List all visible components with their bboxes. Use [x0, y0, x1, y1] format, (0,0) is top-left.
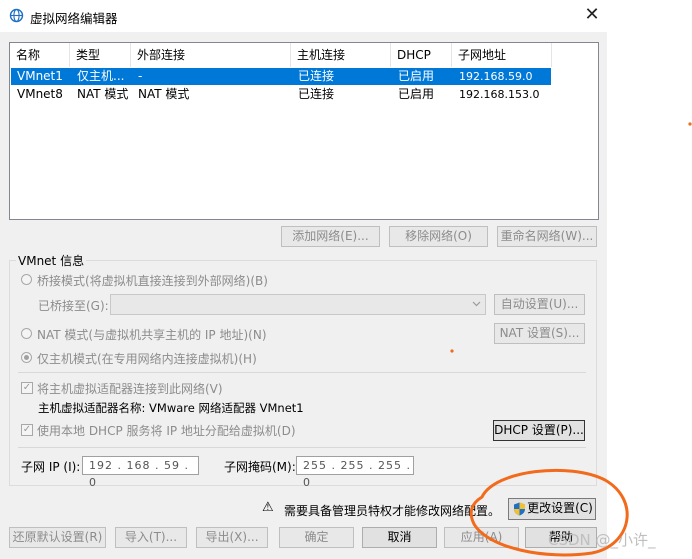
connect-adapter-checkbox[interactable]: ✓ [21, 382, 33, 394]
restore-defaults-button[interactable]: 还原默认设置(R) [9, 527, 106, 548]
import-button[interactable]: 导入(T)... [115, 527, 187, 548]
connect-adapter-label: 将主机虚拟适配器连接到此网络(V) [37, 382, 223, 396]
cell-subnet: 192.168.59.0 [459, 70, 533, 83]
subnet-mask-input[interactable]: 255 . 255 . 255 . 0 [296, 456, 414, 489]
remove-network-button[interactable]: 移除网络(O) [389, 226, 488, 247]
ok-button[interactable]: 确定 [279, 527, 354, 548]
csdn-watermark: CSDN @_小许_ [548, 531, 656, 549]
nat-mode-radio[interactable] [21, 328, 32, 339]
change-settings-label: 更改设置(C) [527, 501, 593, 515]
bridged-to-label: 已桥接至(G): [38, 299, 109, 313]
network-table[interactable]: 名称 类型 外部连接 主机连接 DHCP 子网地址 VMnet1 仅主机... … [9, 42, 599, 220]
divider [18, 372, 586, 373]
table-row[interactable]: VMnet8 NAT 模式 NAT 模式 已连接 已启用 192.168.153… [11, 86, 551, 103]
subnet-ip-input[interactable]: 192 . 168 . 59 . 0 [82, 456, 199, 489]
host-only-mode-radio[interactable] [21, 352, 32, 363]
adapter-name-label: 主机虚拟适配器名称: VMware 网络适配器 VMnet1 [38, 401, 304, 415]
local-dhcp-checkbox[interactable]: ✓ [21, 424, 33, 436]
cell-dhcp: 已启用 [398, 87, 435, 101]
cell-name: VMnet8 [17, 87, 63, 101]
auto-settings-button[interactable]: 自动设置(U)... [494, 294, 585, 315]
cell-subnet: 192.168.153.0 [459, 88, 540, 101]
network-globe-icon [9, 8, 24, 23]
cell-type: 仅主机... [77, 69, 125, 83]
cancel-button[interactable]: 取消 [362, 527, 437, 548]
local-dhcp-label: 使用本地 DHCP 服务将 IP 地址分配给虚拟机(D) [37, 424, 296, 438]
cell-external: - [138, 69, 143, 83]
subnet-mask-label: 子网掩码(M): [224, 460, 296, 474]
host-only-mode-label: 仅主机模式(在专用网络内连接虚拟机)(H) [37, 352, 257, 366]
nat-settings-button[interactable]: NAT 设置(S)... [494, 323, 585, 344]
shield-icon [514, 502, 525, 516]
rename-network-button[interactable]: 重命名网络(W)... [497, 226, 597, 247]
change-settings-button[interactable]: 更改设置(C) [508, 498, 596, 520]
column-header-external[interactable]: 外部连接 [131, 43, 291, 67]
cell-external: NAT 模式 [138, 87, 190, 101]
column-header-type[interactable]: 类型 [70, 43, 131, 67]
bridged-mode-radio[interactable] [21, 274, 32, 285]
window-title: 虚拟网络编辑器 [30, 11, 118, 26]
add-network-button[interactable]: 添加网络(E)... [281, 226, 380, 247]
table-row[interactable]: VMnet1 仅主机... - 已连接 已启用 192.168.59.0 [11, 68, 551, 85]
cell-dhcp: 已启用 [398, 69, 435, 83]
dhcp-settings-button[interactable]: DHCP 设置(P)... [493, 420, 585, 441]
export-button[interactable]: 导出(X)... [196, 527, 268, 548]
column-header-name[interactable]: 名称 [10, 43, 70, 67]
divider [18, 447, 586, 448]
close-button[interactable]: ✕ [580, 3, 604, 27]
cell-type: NAT 模式 [77, 87, 129, 101]
virtual-network-editor-window: 虚拟网络编辑器 ✕ 名称 类型 外部连接 主机连接 DHCP 子网地址 VMne… [0, 0, 607, 559]
vmnet-info-legend: VMnet 信息 [16, 252, 87, 269]
column-header-subnet[interactable]: 子网地址 [452, 43, 552, 67]
column-header-host[interactable]: 主机连接 [291, 43, 391, 67]
column-header-dhcp[interactable]: DHCP [391, 43, 452, 67]
apply-button[interactable]: 应用(A) [444, 527, 519, 548]
cell-host: 已连接 [298, 69, 335, 83]
subnet-ip-label: 子网 IP (I): [21, 460, 81, 474]
nat-mode-label: NAT 模式(与虚拟机共享主机的 IP 地址)(N) [37, 328, 267, 342]
cell-name: VMnet1 [17, 69, 63, 83]
cell-host: 已连接 [298, 87, 335, 101]
bridged-mode-label: 桥接模式(将虚拟机直接连接到外部网络)(B) [37, 274, 268, 288]
annotation-dot [688, 122, 692, 126]
bridged-to-select[interactable] [110, 294, 486, 315]
warning-icon: ⚠ [262, 500, 274, 515]
admin-notice: 需要具备管理员特权才能修改网络配置。 [284, 504, 501, 518]
chevron-down-icon [472, 301, 481, 307]
title-bar: 虚拟网络编辑器 ✕ [0, 0, 607, 32]
